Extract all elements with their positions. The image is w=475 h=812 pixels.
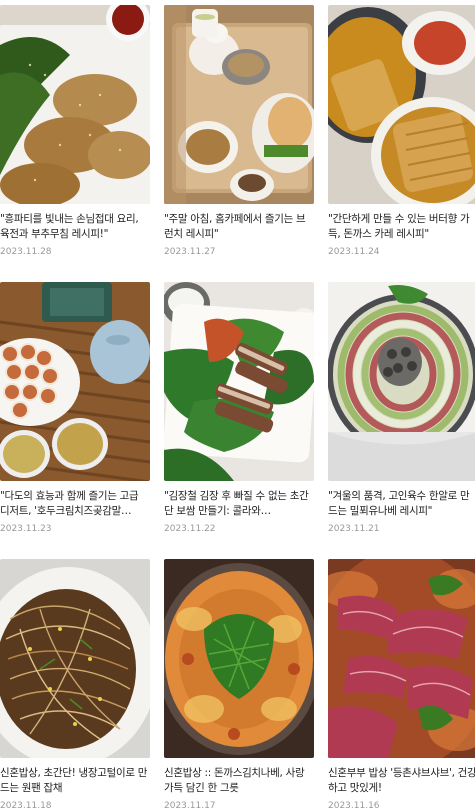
food-photo bbox=[328, 559, 475, 758]
post-title[interactable]: "다도의 효능과 함께 즐기는 고급 디저트, '호두크림치즈곶감말… bbox=[0, 489, 150, 519]
post-card[interactable]: "다도의 효능과 함께 즐기는 고급 디저트, '호두크림치즈곶감말… 2023… bbox=[0, 282, 150, 534]
post-thumbnail[interactable] bbox=[164, 559, 314, 758]
post-card[interactable]: "주말 아침, 홈카페에서 즐기는 브런치 레시피" 2023.11.27 bbox=[164, 5, 314, 257]
post-card[interactable]: "김장철 김장 후 빠질 수 없는 초간단 보쌈 만들기: 콜라와… 2023.… bbox=[164, 282, 314, 534]
food-photo bbox=[0, 282, 150, 481]
food-photo bbox=[0, 559, 150, 758]
food-photo bbox=[328, 282, 475, 481]
post-title[interactable]: 신혼부부 밥상 '등촌샤브샤브', 건강하고 맛있게! bbox=[328, 766, 475, 796]
post-thumbnail[interactable] bbox=[328, 559, 475, 758]
post-card[interactable]: 신혼밥상 :: 돈까스김치나베, 사랑 가득 담긴 한 그릇 2023.11.1… bbox=[164, 559, 314, 811]
post-date: 2023.11.23 bbox=[0, 524, 52, 534]
food-photo bbox=[328, 5, 475, 204]
post-card[interactable]: "간단하게 만들 수 있는 버터향 가득, 돈까스 카레 레시피" 2023.1… bbox=[328, 5, 475, 257]
post-title[interactable]: "겨울의 품격, 고인육수 한알로 만드는 밀푀유나베 레시피" bbox=[328, 489, 475, 519]
post-date: 2023.11.17 bbox=[164, 801, 216, 811]
post-date: 2023.11.28 bbox=[0, 247, 52, 257]
post-date: 2023.11.18 bbox=[0, 801, 52, 811]
post-thumbnail[interactable] bbox=[0, 559, 150, 758]
post-date: 2023.11.27 bbox=[164, 247, 216, 257]
post-date: 2023.11.21 bbox=[328, 524, 380, 534]
food-photo bbox=[0, 5, 150, 204]
post-card[interactable]: 신혼부부 밥상 '등촌샤브샤브', 건강하고 맛있게! 2023.11.16 bbox=[328, 559, 475, 811]
post-title[interactable]: 신혼밥상 :: 돈까스김치나베, 사랑 가득 담긴 한 그릇 bbox=[164, 766, 314, 796]
food-photo bbox=[164, 5, 314, 204]
post-card[interactable]: "흥파티를 빛내는 손님접대 요리, 육전과 부추무침 레시피!" 2023.1… bbox=[0, 5, 150, 257]
post-date: 2023.11.22 bbox=[164, 524, 216, 534]
food-photo bbox=[164, 282, 314, 481]
post-title[interactable]: "흥파티를 빛내는 손님접대 요리, 육전과 부추무침 레시피!" bbox=[0, 212, 150, 242]
post-thumbnail[interactable] bbox=[0, 5, 150, 204]
post-thumbnail[interactable] bbox=[0, 282, 150, 481]
post-thumbnail[interactable] bbox=[164, 282, 314, 481]
post-title[interactable]: "김장철 김장 후 빠질 수 없는 초간단 보쌈 만들기: 콜라와… bbox=[164, 489, 314, 519]
food-photo bbox=[164, 559, 314, 758]
post-card[interactable]: "겨울의 품격, 고인육수 한알로 만드는 밀푀유나베 레시피" 2023.11… bbox=[328, 282, 475, 534]
post-title[interactable]: 신혼밥상, 초간단! 냉장고털이로 만드는 원팬 잡채 bbox=[0, 766, 150, 796]
post-date: 2023.11.24 bbox=[328, 247, 380, 257]
post-thumbnail[interactable] bbox=[164, 5, 314, 204]
post-date: 2023.11.16 bbox=[328, 801, 380, 811]
post-card[interactable]: 신혼밥상, 초간단! 냉장고털이로 만드는 원팬 잡채 2023.11.18 bbox=[0, 559, 150, 811]
post-title[interactable]: "간단하게 만들 수 있는 버터향 가득, 돈까스 카레 레시피" bbox=[328, 212, 475, 242]
post-title[interactable]: "주말 아침, 홈카페에서 즐기는 브런치 레시피" bbox=[164, 212, 314, 242]
post-thumbnail[interactable] bbox=[328, 5, 475, 204]
post-thumbnail[interactable] bbox=[328, 282, 475, 481]
